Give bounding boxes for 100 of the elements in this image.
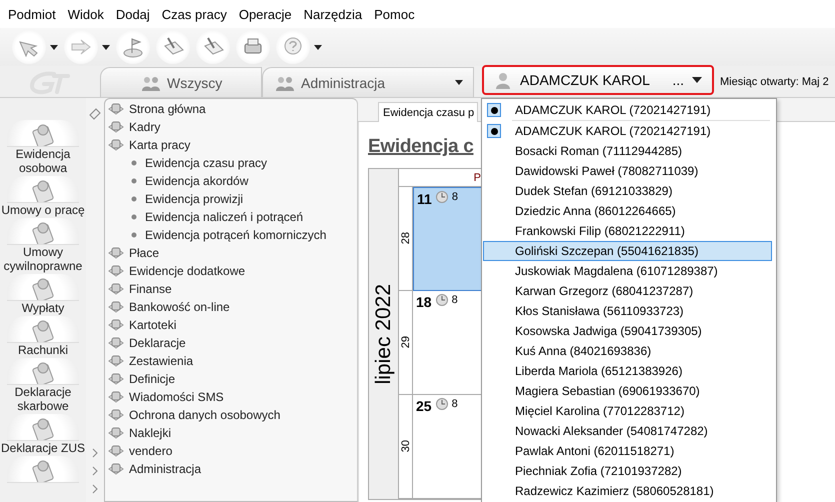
employee-selector[interactable]: ADAMCZUK KAROL ...: [482, 65, 714, 95]
module-icon: [107, 443, 125, 459]
menu-item[interactable]: Deklaracje: [105, 334, 357, 352]
toolbar-button[interactable]: [116, 30, 150, 64]
employee-option[interactable]: Bosacki Roman (71112944285): [483, 141, 772, 161]
module-icon: [107, 281, 125, 297]
people-icon: [141, 74, 161, 90]
menu-item[interactable]: Zestawienia: [105, 352, 357, 370]
week-number: 28: [400, 232, 412, 245]
employee-option[interactable]: Kuś Anna (84021693836): [483, 341, 772, 361]
month-status-value: Maj 2: [802, 76, 829, 88]
menu-item[interactable]: Definicje: [105, 370, 357, 388]
people-icon: [275, 74, 295, 90]
menu-item[interactable]: Kartoteki: [105, 316, 357, 334]
module-icon: [107, 137, 125, 153]
day-number: 11: [417, 191, 432, 207]
employee-option[interactable]: Frankowski Filip (68021222911): [483, 221, 772, 241]
employee-option[interactable]: Magiera Sebastian (69061933670): [483, 381, 772, 401]
menu-item[interactable]: Ewidencje dodatkowe: [105, 262, 357, 280]
hours-value: 8: [452, 294, 458, 306]
day-cell[interactable]: 11 8: [413, 187, 483, 291]
tab[interactable]: Administracja: [262, 67, 474, 97]
menu-item[interactable]: Bankowość on-line: [105, 298, 357, 316]
module-icon: [107, 425, 125, 441]
menu-item[interactable]: Dodaj: [110, 6, 156, 22]
module-icon: [107, 245, 125, 261]
employee-option[interactable]: Karwan Grzegorz (68041237287): [483, 281, 772, 301]
employee-option[interactable]: Dawidowski Paweł (78082711039): [483, 161, 772, 181]
module-icon: [107, 353, 125, 369]
bullet-icon: [131, 178, 137, 184]
caret-icon: [102, 44, 110, 50]
hours-value: 8: [452, 191, 458, 203]
hours-value: 8: [452, 398, 458, 410]
module-icon: [107, 335, 125, 351]
module-icon: [107, 371, 125, 387]
toolbar-button[interactable]: [64, 30, 110, 64]
employee-option[interactable]: Liberda Mariola (65121383926): [483, 361, 772, 381]
menu-item[interactable]: Płace: [105, 244, 357, 262]
document-tab[interactable]: Ewidencja czasu p: [378, 102, 478, 122]
clock-icon: [436, 191, 448, 203]
menu-item[interactable]: Administracja: [105, 460, 357, 478]
menu-item[interactable]: Finanse: [105, 280, 357, 298]
menu-item[interactable]: Narzędzia: [298, 6, 368, 22]
bullet-icon: [131, 232, 137, 238]
week-number: 29: [400, 336, 412, 349]
module-icon: [107, 101, 125, 117]
employee-option[interactable]: Juskowiak Magdalena (61071289387): [483, 261, 772, 281]
employee-option[interactable]: Radzewicz Kazimierz (58060528181): [483, 481, 772, 501]
caret-icon: [314, 44, 322, 50]
employee-option[interactable]: Goliński Szczepan (55041621835): [483, 241, 772, 261]
day-number: 25: [416, 398, 432, 414]
submenu-item[interactable]: Ewidencja czasu pracy: [105, 154, 357, 172]
toolbar-button[interactable]: [196, 30, 230, 64]
employee-option[interactable]: Dudek Stefan (69121033829): [483, 181, 772, 201]
month-label: lipiec 2022: [372, 284, 396, 384]
tab[interactable]: Wszyscy: [100, 67, 262, 97]
menu-item[interactable]: Wiadomości SMS: [105, 388, 357, 406]
menu-item[interactable]: Widok: [62, 6, 110, 22]
module-icon: [107, 317, 125, 333]
menu-item[interactable]: Podmiot: [2, 6, 62, 22]
toolbar-button[interactable]: [236, 30, 270, 64]
toolbar-button[interactable]: [276, 30, 322, 64]
toolbar-button[interactable]: [156, 30, 190, 64]
employee-option[interactable]: Kosowska Jadwiga (59041739305): [483, 321, 772, 341]
week-number: 30: [400, 440, 412, 453]
menu-item[interactable]: Kadry: [105, 118, 357, 136]
module-icon: [107, 299, 125, 315]
day-number: 18: [416, 294, 432, 310]
flag-icon: [122, 36, 144, 58]
page-heading: Ewidencja c: [368, 135, 474, 159]
menu-item[interactable]: Ochrona danych osobowych: [105, 406, 357, 424]
employee-option[interactable]: Kłos Stanisława (56110933723): [483, 301, 772, 321]
submenu-item[interactable]: Ewidencja akordów: [105, 172, 357, 190]
menu-item[interactable]: vendero: [105, 442, 357, 460]
menu-item[interactable]: Pomoc: [368, 6, 421, 22]
employee-option[interactable]: Pawlak Antoni (62011518271): [483, 441, 772, 461]
module-icon: [107, 119, 125, 135]
toolbar-button[interactable]: [12, 30, 58, 64]
module-icon: [107, 389, 125, 405]
person-icon: [494, 71, 512, 89]
menu-item[interactable]: Czas pracy: [156, 6, 233, 22]
submenu-item[interactable]: Ewidencja potrąceń komorniczych: [105, 226, 357, 244]
employee-option[interactable]: Piechniak Zofia (72101937282): [483, 461, 772, 481]
employee-option[interactable]: Nowacki Aleksander (54081747282): [483, 421, 772, 441]
clock-icon: [436, 294, 448, 306]
submenu-item[interactable]: Ewidencja naliczeń i potrąceń: [105, 208, 357, 226]
menu-item[interactable]: Naklejki: [105, 424, 357, 442]
module-button[interactable]: Deklaracje skarbowe: [0, 358, 86, 413]
menu-item[interactable]: Karta pracy: [105, 136, 357, 154]
caret-icon: [50, 44, 58, 50]
clock-icon: [436, 398, 448, 410]
employee-option[interactable]: Dziedzic Anna (86012264665): [483, 201, 772, 221]
menu-item[interactable]: Operacje: [232, 6, 298, 22]
submenu-item[interactable]: Ewidencja prowizji: [105, 190, 357, 208]
employee-option[interactable]: ADAMCZUK KAROL (72021427191): [483, 100, 772, 120]
module-button[interactable]: Ewidencja osobowa: [0, 120, 86, 175]
menu-item[interactable]: Strona główna: [105, 100, 357, 118]
module-button[interactable]: Umowy cywilnoprawne: [0, 218, 86, 273]
employee-option[interactable]: Mięciel Karolina (77012283712): [483, 401, 772, 421]
employee-option[interactable]: ADAMCZUK KAROL (72021427191): [483, 121, 772, 141]
